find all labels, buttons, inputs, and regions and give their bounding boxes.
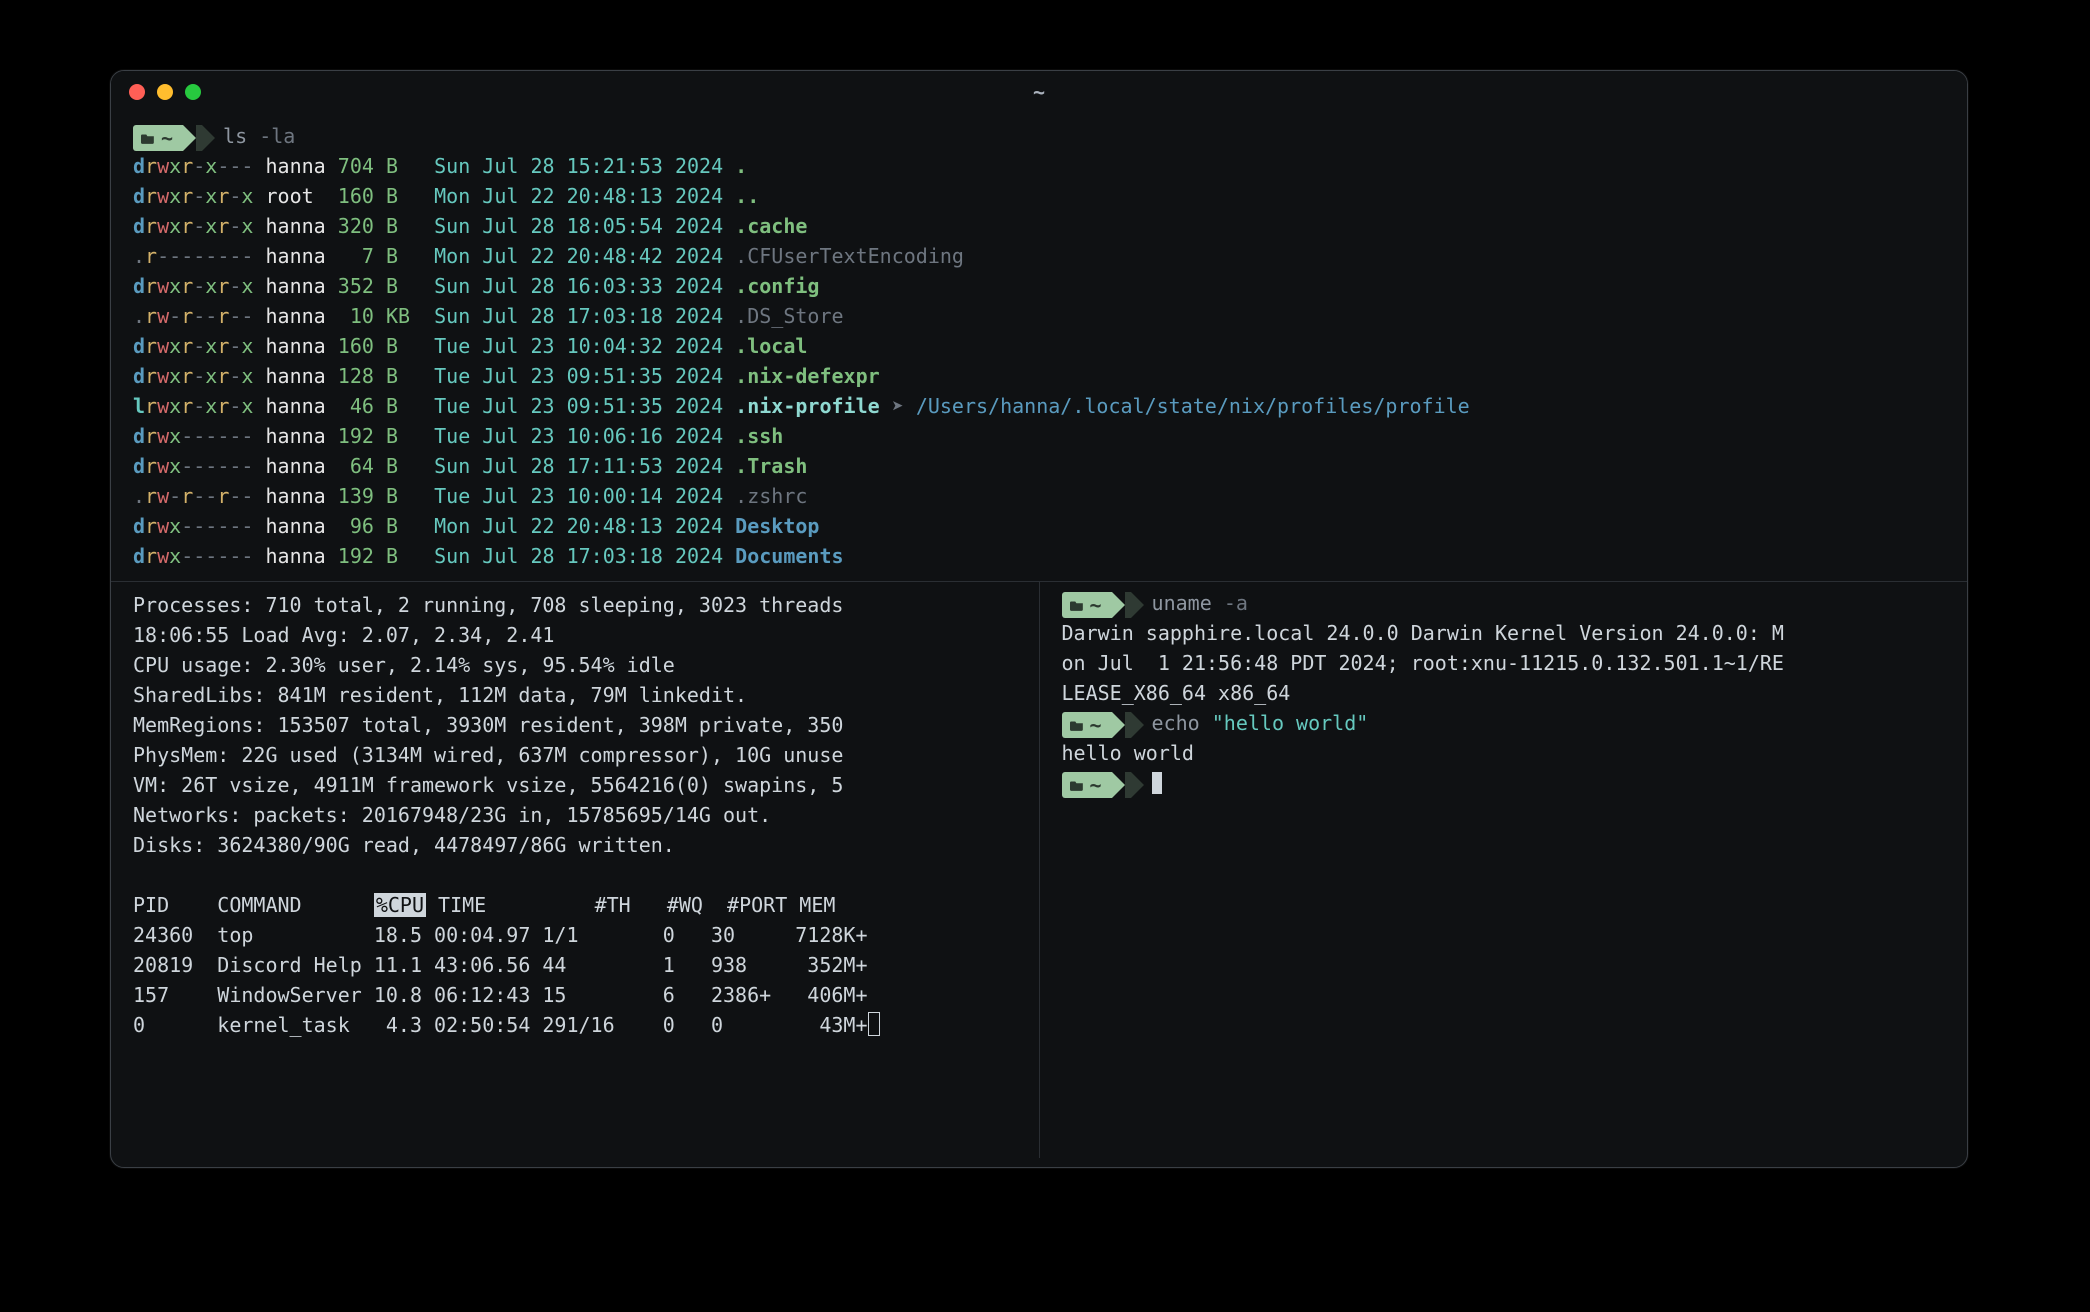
top-summary-line: Networks: packets: 20167948/23G in, 1578… bbox=[133, 800, 1017, 830]
ls-filename: .DS_Store bbox=[735, 304, 843, 328]
shell-prompt: ~ bbox=[133, 125, 215, 151]
ls-row: drwxr-x--- hanna 704 B Sun Jul 28 15:21:… bbox=[133, 151, 1945, 181]
top-summary-line: Disks: 3624380/90G read, 4478497/86G wri… bbox=[133, 830, 1017, 860]
command-line: ~ ls -la bbox=[133, 121, 1945, 151]
shell-prompt: ~ bbox=[1062, 712, 1144, 738]
command-line: ~ uname -a bbox=[1062, 588, 1946, 618]
command-exe: uname bbox=[1152, 591, 1212, 615]
ls-filename: .ssh bbox=[735, 424, 783, 448]
top-summary-line: MemRegions: 153507 total, 3930M resident… bbox=[133, 710, 1017, 740]
ls-filename: .cache bbox=[735, 214, 807, 238]
cursor-icon bbox=[868, 1012, 880, 1036]
top-process-row: 24360 top 18.5 00:04.97 1/1 0 30 7128K+ bbox=[133, 920, 1017, 950]
ls-row: drwxr-xr-x hanna 352 B Sun Jul 28 16:03:… bbox=[133, 271, 1945, 301]
top-summary-line: 18:06:55 Load Avg: 2.07, 2.34, 2.41 bbox=[133, 620, 1017, 650]
top-summary-line: PhysMem: 22G used (3134M wired, 637M com… bbox=[133, 740, 1017, 770]
ls-filename: .nix-defexpr bbox=[735, 364, 880, 388]
ls-filename: .CFUserTextEncoding bbox=[735, 244, 964, 268]
stdout-line: hello world bbox=[1062, 738, 1946, 768]
command-args: "hello world" bbox=[1212, 711, 1369, 735]
pane-bottom-left[interactable]: Processes: 710 total, 2 running, 708 sle… bbox=[111, 582, 1040, 1158]
zoom-icon[interactable] bbox=[185, 84, 201, 100]
stdout-line: on Jul 1 21:56:48 PDT 2024; root:xnu-112… bbox=[1062, 648, 1946, 678]
top-summary-line: SharedLibs: 841M resident, 112M data, 79… bbox=[133, 680, 1017, 710]
top-header: PID COMMAND %CPU TIME #TH #WQ #PORT MEM bbox=[133, 890, 1017, 920]
prompt-cwd: ~ bbox=[1090, 770, 1102, 800]
traffic-lights bbox=[129, 84, 201, 100]
command-args: -la bbox=[259, 124, 295, 148]
command-exe: ls bbox=[223, 124, 247, 148]
ls-row: lrwxr-xr-x hanna 46 B Tue Jul 23 09:51:3… bbox=[133, 391, 1945, 421]
symlink-target: /Users/hanna/.local/state/nix/profiles/p… bbox=[916, 394, 1470, 418]
prompt-cwd: ~ bbox=[1090, 710, 1102, 740]
shell-prompt: ~ bbox=[1062, 772, 1144, 798]
ls-row: drwx------ hanna 192 B Sun Jul 28 17:03:… bbox=[133, 541, 1945, 571]
ls-filename: .zshrc bbox=[735, 484, 807, 508]
top-summary-line: Processes: 710 total, 2 running, 708 sle… bbox=[133, 590, 1017, 620]
ls-row: drwxr-xr-x root 160 B Mon Jul 22 20:48:1… bbox=[133, 181, 1945, 211]
minimize-icon[interactable] bbox=[157, 84, 173, 100]
pane-top[interactable]: ~ ls -la drwxr-x--- hanna 704 B Sun Jul 28… bbox=[111, 113, 1967, 582]
ls-filename: .config bbox=[735, 274, 819, 298]
command-line: ~ echo "hello world" bbox=[1062, 708, 1946, 738]
ls-filename: .local bbox=[735, 334, 807, 358]
cursor-icon bbox=[1152, 772, 1162, 794]
window-title: ~ bbox=[111, 80, 1967, 104]
ls-row: .rw-r--r-- hanna 139 B Tue Jul 23 10:00:… bbox=[133, 481, 1945, 511]
ls-row: drwxr-xr-x hanna 160 B Tue Jul 23 10:04:… bbox=[133, 331, 1945, 361]
prompt-cwd: ~ bbox=[1090, 590, 1102, 620]
stdout-line: LEASE_X86_64 x86_64 bbox=[1062, 678, 1946, 708]
top-summary-line: CPU usage: 2.30% user, 2.14% sys, 95.54%… bbox=[133, 650, 1017, 680]
top-summary-line: VM: 26T vsize, 4911M framework vsize, 55… bbox=[133, 770, 1017, 800]
prompt-cwd: ~ bbox=[161, 123, 173, 153]
ls-row: drwx------ hanna 96 B Mon Jul 22 20:48:1… bbox=[133, 511, 1945, 541]
command-line: ~ bbox=[1062, 768, 1946, 798]
top-process-row: 157 WindowServer 10.8 06:12:43 15 6 2386… bbox=[133, 980, 1017, 1010]
ls-row: .rw-r--r-- hanna 10 KB Sun Jul 28 17:03:… bbox=[133, 301, 1945, 331]
ls-filename: .nix-profile bbox=[735, 394, 880, 418]
ls-row: drwxr-xr-x hanna 128 B Tue Jul 23 09:51:… bbox=[133, 361, 1945, 391]
stdout-line: Darwin sapphire.local 24.0.0 Darwin Kern… bbox=[1062, 618, 1946, 648]
command-args: -a bbox=[1224, 591, 1248, 615]
ls-row: drwx------ hanna 64 B Sun Jul 28 17:11:5… bbox=[133, 451, 1945, 481]
titlebar: ~ bbox=[111, 71, 1967, 113]
ls-row: drwx------ hanna 192 B Tue Jul 23 10:06:… bbox=[133, 421, 1945, 451]
top-process-row: 0 kernel_task 4.3 02:50:54 291/16 0 0 43… bbox=[133, 1010, 1017, 1040]
shell-prompt: ~ bbox=[1062, 592, 1144, 618]
ls-filename: Desktop bbox=[735, 514, 819, 538]
pane-bottom-right[interactable]: ~ uname -a Darwin sapphire.local 24.0.0 Da… bbox=[1040, 582, 1968, 1158]
ls-filename: .Trash bbox=[735, 454, 807, 478]
ls-filename: . bbox=[735, 154, 747, 178]
top-process-row: 20819 Discord Help 11.1 43:06.56 44 1 93… bbox=[133, 950, 1017, 980]
ls-row: .r-------- hanna 7 B Mon Jul 22 20:48:42… bbox=[133, 241, 1945, 271]
ls-row: drwxr-xr-x hanna 320 B Sun Jul 28 18:05:… bbox=[133, 211, 1945, 241]
command-exe: echo bbox=[1152, 711, 1200, 735]
ls-filename: Documents bbox=[735, 544, 843, 568]
terminal-window: ~ ~ ls -la drwxr-x--- hanna 704 B Sun Jul … bbox=[110, 70, 1968, 1168]
ls-filename: .. bbox=[735, 184, 759, 208]
close-icon[interactable] bbox=[129, 84, 145, 100]
